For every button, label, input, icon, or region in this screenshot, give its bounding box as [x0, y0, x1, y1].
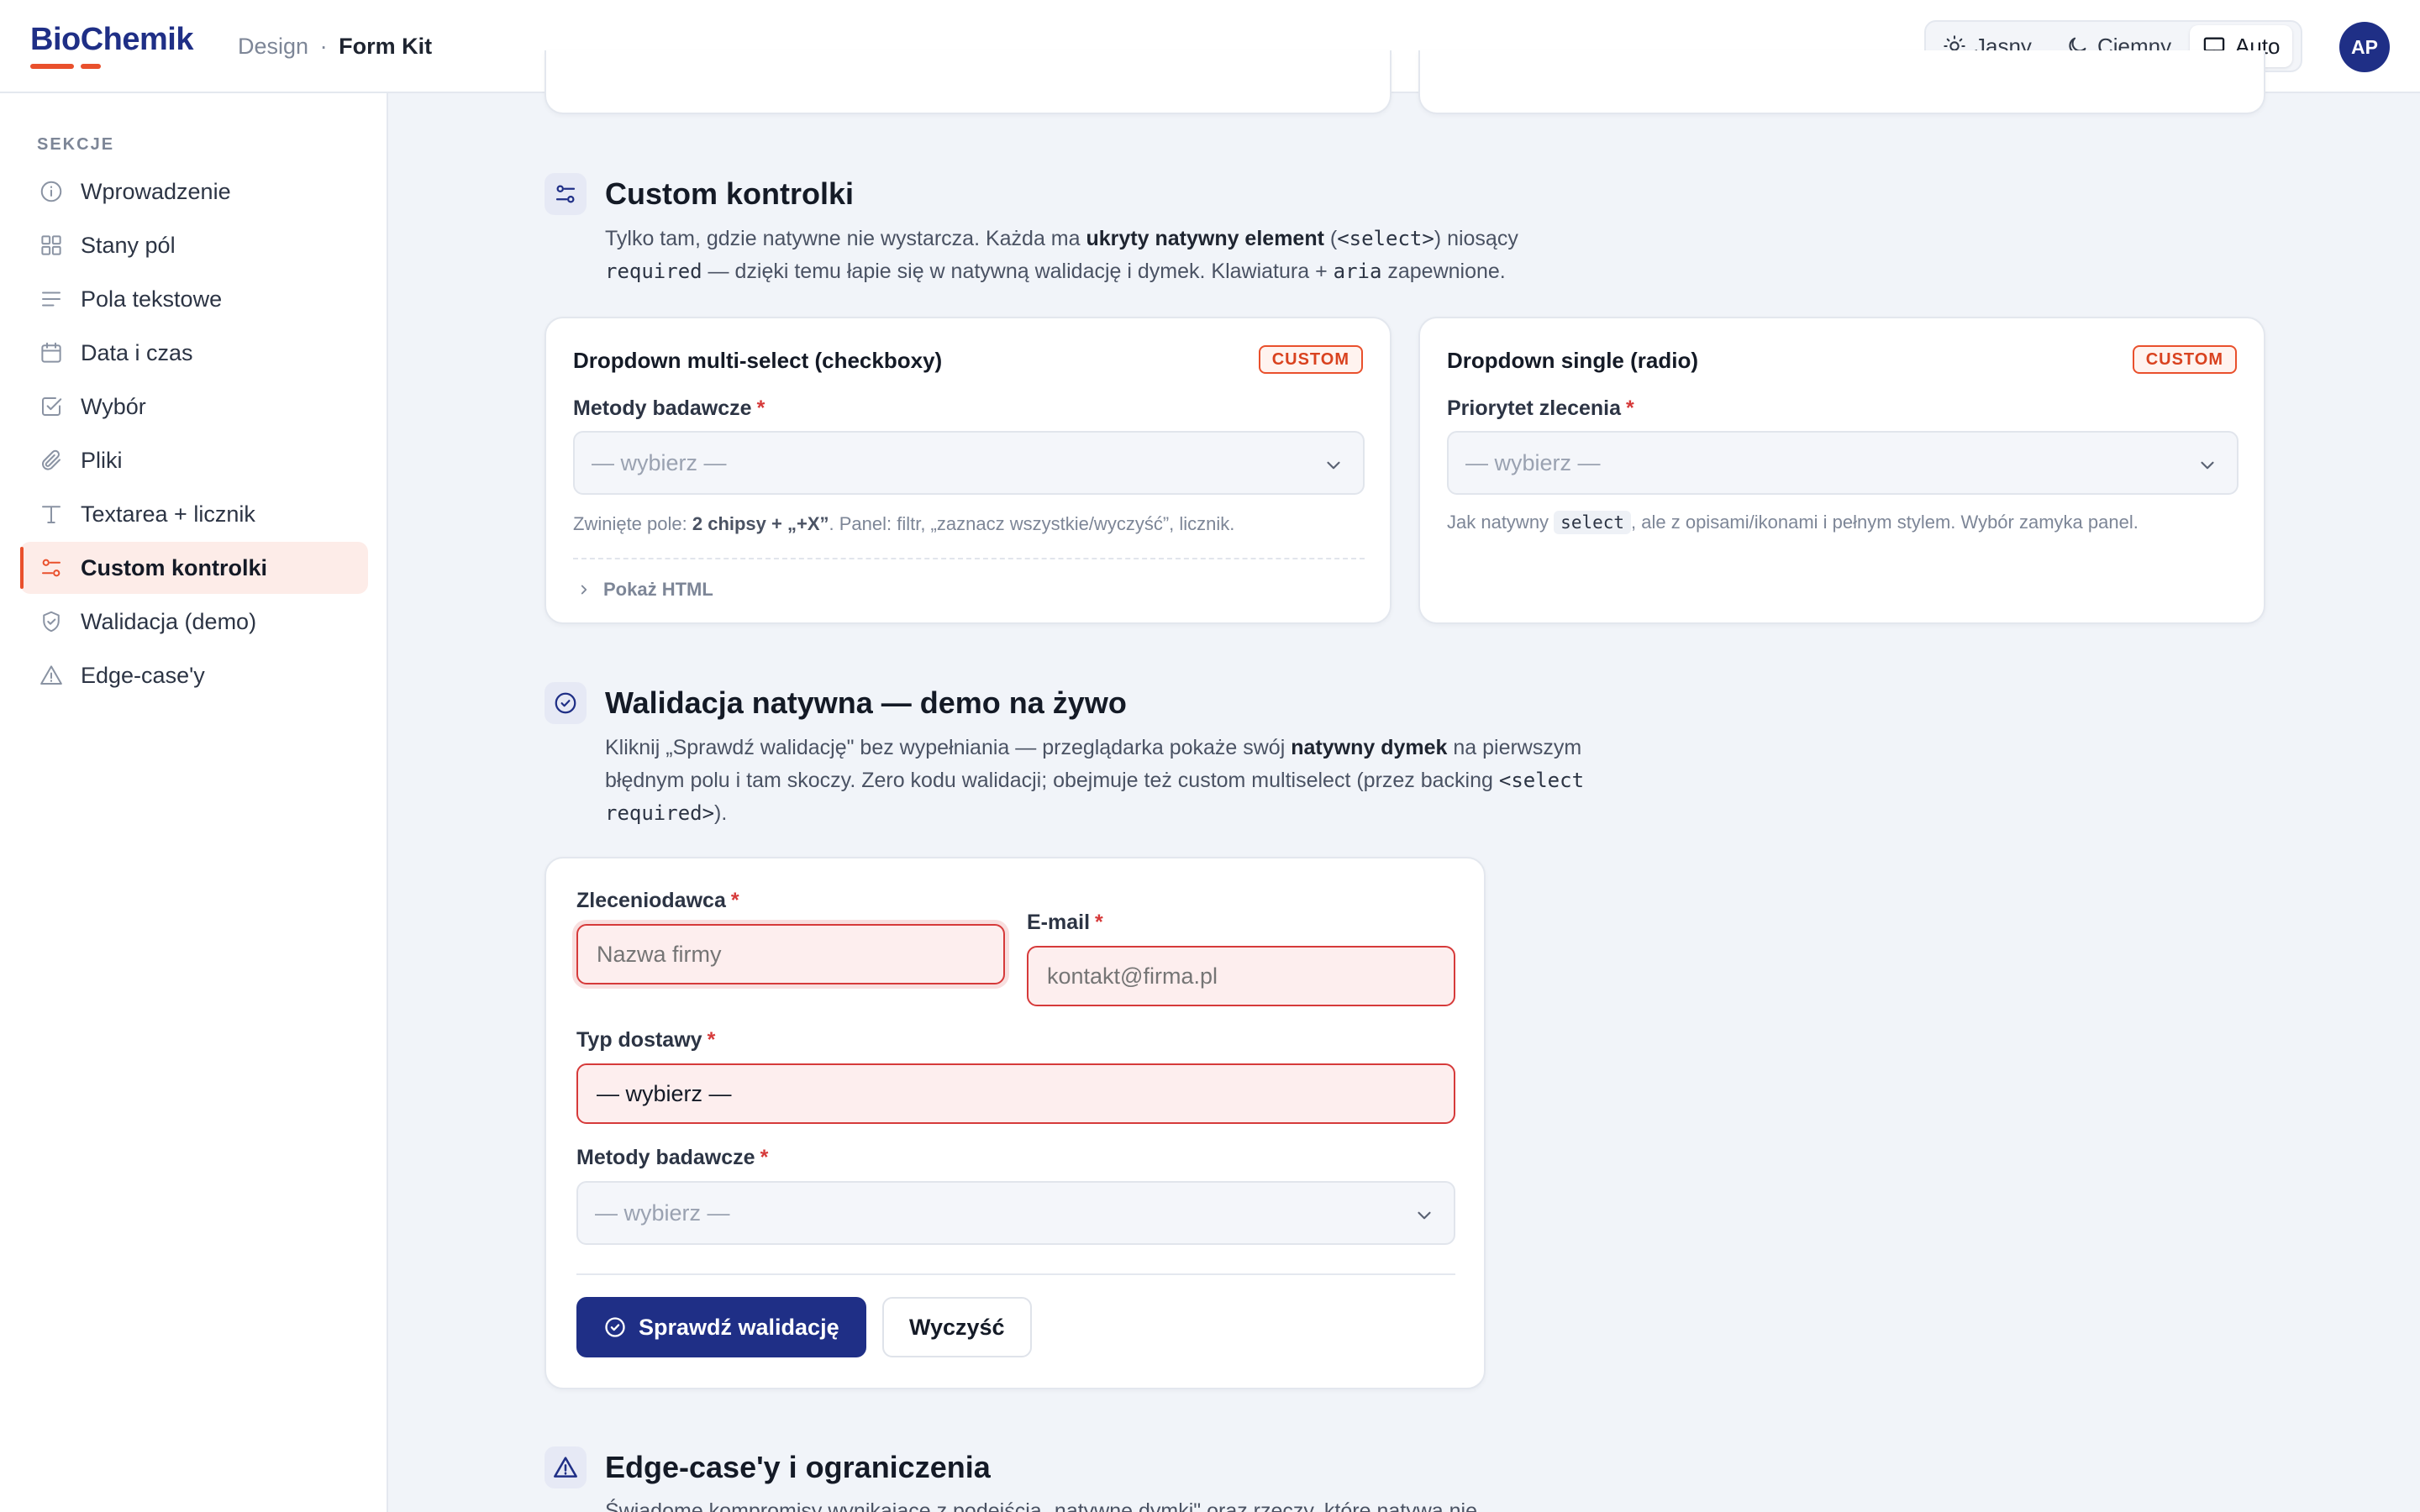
singleselect-card: Dropdown single (radio) CUSTOM Priorytet…	[1418, 317, 2265, 624]
section-title-custom: Custom kontrolki	[605, 176, 855, 211]
email-label: E-mail *	[1027, 911, 1103, 934]
sidebar-item-pliki[interactable]: Pliki	[20, 434, 368, 486]
paperclip-icon	[42, 449, 60, 470]
validation-form-card: Zleceniodawca* E-mail* Typ dostawy* — wy…	[544, 857, 1486, 1389]
chevron-down-icon	[2201, 461, 2214, 470]
sidebar-item-wprowadzenie[interactable]: Wprowadzenie	[20, 165, 368, 218]
sidebar-item-label: Walidacja (demo)	[81, 608, 257, 634]
section-icon-custom	[544, 173, 587, 215]
sidebar: SEKCJE Wprowadzenie Stany pól Pola tekst…	[0, 93, 388, 1512]
sidebar-title: SEKCJE	[37, 135, 115, 154]
section-description-custom: Tylko tam, gdzie natywne nie wystarcza. …	[605, 227, 1518, 283]
sidebar-item-edge-cases[interactable]: Edge-case'y	[20, 649, 368, 701]
breadcrumb-parent[interactable]: Design	[238, 34, 308, 59]
custom-badge: CUSTOM	[2132, 345, 2237, 374]
warning-icon	[40, 665, 62, 685]
methods-placeholder: — wybierz —	[595, 1200, 730, 1226]
methods-placeholder: — wybierz —	[592, 449, 727, 475]
client-input[interactable]	[576, 924, 1005, 984]
sliders-icon	[42, 559, 60, 577]
sidebar-item-label: Wprowadzenie	[81, 178, 231, 204]
sidebar-item-label: Pola tekstowe	[81, 286, 223, 312]
sidebar-item-textarea[interactable]: Textarea + licznik	[20, 488, 368, 540]
check-circle-icon	[555, 692, 576, 714]
chevron-right-icon	[581, 585, 587, 595]
brand-logo[interactable]: BioChemik	[30, 22, 193, 69]
delivery-value: — wybierz —	[597, 1080, 732, 1106]
singleselect-hint: Jak natywny select, ale z opisami/ikonam…	[1447, 511, 2139, 534]
sidebar-item-label: Data i czas	[81, 339, 193, 365]
client-label: Zleceniodawca *	[576, 889, 739, 912]
previous-card-right	[1418, 50, 2265, 114]
breadcrumb-separator: ·	[319, 34, 328, 59]
chevron-down-icon	[1418, 1211, 1431, 1220]
section-description-validation: Kliknij „Sprawdź walidację" bez wypełnia…	[605, 736, 1585, 825]
sidebar-item-label: Textarea + licznik	[81, 501, 255, 527]
form-divider	[576, 1273, 1455, 1275]
show-html-label: Pokaż HTML	[603, 579, 713, 600]
section-title-edge: Edge-case'y i ograniczenia	[605, 1450, 991, 1484]
calendar-icon	[41, 342, 61, 363]
text-lines-icon	[42, 291, 60, 307]
sidebar-item-label: Edge-case'y	[81, 662, 205, 688]
section-icon-validation	[544, 682, 587, 724]
breadcrumb-current: Form Kit	[339, 34, 433, 59]
sidebar-item-label: Pliki	[81, 447, 123, 473]
priority-placeholder: — wybierz —	[1465, 449, 1601, 475]
chevron-down-icon	[1327, 461, 1340, 470]
sidebar-item-data-i-czas[interactable]: Data i czas	[20, 327, 368, 379]
user-avatar[interactable]: AP	[2339, 22, 2390, 72]
custom-badge: CUSTOM	[1258, 345, 1363, 374]
warning-icon	[554, 1457, 577, 1478]
clear-button[interactable]: Wyczyść	[882, 1297, 1032, 1357]
sidebar-item-pola-tekstowe[interactable]: Pola tekstowe	[20, 273, 368, 325]
methods-label: Metody badawcze *	[573, 396, 765, 420]
brand-name: BioChemik	[30, 22, 193, 57]
methods-multiselect[interactable]: — wybierz —	[573, 431, 1365, 495]
methods-multiselect-form[interactable]: — wybierz —	[576, 1181, 1455, 1245]
info-icon	[40, 181, 62, 202]
methods-label: Metody badawcze *	[576, 1146, 769, 1169]
multiselect-card: Dropdown multi-select (checkboxy) CUSTOM…	[544, 317, 1392, 624]
multiselect-hint: Zwinięte pole: 2 chipsy + „+X”. Panel: f…	[573, 513, 1235, 534]
email-input[interactable]	[1027, 946, 1455, 1006]
show-html-toggle[interactable]: Pokaż HTML	[576, 579, 713, 601]
delivery-select[interactable]: — wybierz —	[576, 1063, 1455, 1124]
priority-select[interactable]: — wybierz —	[1447, 431, 2238, 495]
sidebar-item-label: Wybór	[81, 393, 146, 419]
sidebar-item-label: Stany pól	[81, 232, 176, 258]
brand-underline-dash	[81, 64, 101, 69]
section-title-validation: Walidacja natywna — demo na żywo	[605, 685, 1127, 720]
sidebar-item-wybor[interactable]: Wybór	[20, 381, 368, 433]
section-icon-edge	[544, 1446, 587, 1488]
multiselect-card-title: Dropdown multi-select (checkboxy)	[573, 348, 943, 373]
previous-card-left	[544, 50, 1392, 114]
check-validation-label: Sprawdź walidację	[639, 1314, 839, 1340]
checkbox-icon	[42, 397, 62, 416]
sidebar-item-label: Custom kontrolki	[81, 554, 268, 580]
breadcrumb: Design · Form Kit	[238, 34, 432, 60]
sidebar-item-walidacja[interactable]: Walidacja (demo)	[20, 596, 368, 648]
check-validation-button[interactable]: Sprawdź walidację	[576, 1297, 866, 1357]
sidebar-item-custom-kontrolki[interactable]: Custom kontrolki	[20, 542, 368, 594]
delivery-label: Typ dostawy *	[576, 1028, 716, 1052]
shield-check-icon	[43, 611, 60, 633]
brand-underline	[30, 64, 74, 69]
section-description-edge: Świadome kompromisy wynikające z podejśc…	[605, 1499, 1477, 1512]
sliders-icon	[555, 185, 576, 203]
card-divider	[573, 558, 1365, 559]
check-circle-icon	[605, 1317, 625, 1337]
priority-label: Priorytet zlecenia *	[1447, 396, 1634, 420]
sidebar-item-stany-pol[interactable]: Stany pól	[20, 219, 368, 271]
grid-icon	[41, 235, 61, 255]
type-icon	[42, 506, 60, 523]
singleselect-card-title: Dropdown single (radio)	[1447, 348, 1698, 373]
